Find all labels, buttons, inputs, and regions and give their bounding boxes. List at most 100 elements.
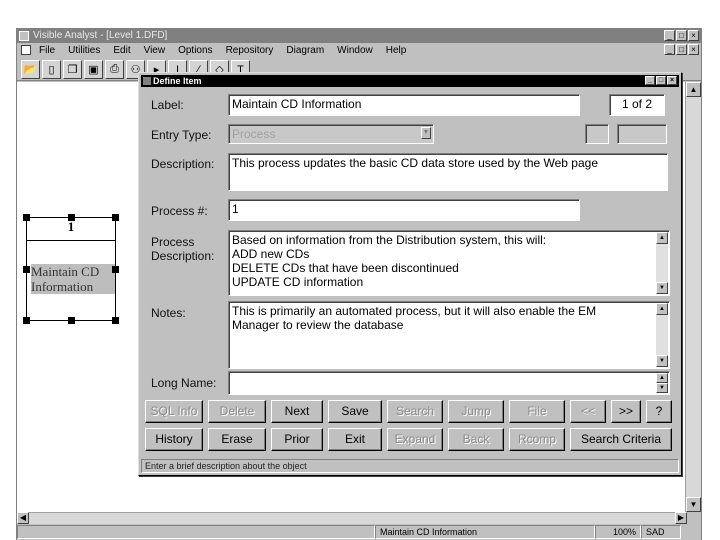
entry-type-value: Process — [232, 127, 276, 141]
horizontal-scrollbar[interactable]: ◀ ▶ — [17, 512, 687, 524]
selection-handle[interactable] — [68, 214, 75, 221]
minimize-button[interactable]: _ — [664, 30, 675, 41]
dialog-status-text: Enter a brief description about the obje… — [141, 459, 679, 473]
selection-handle[interactable] — [68, 317, 75, 324]
help-button[interactable]: ? — [646, 400, 672, 423]
prior-button[interactable]: Prior — [271, 428, 323, 451]
notes-line: Manager to review the database — [232, 318, 404, 332]
selection-handle[interactable] — [112, 214, 119, 221]
menu-repository[interactable]: Repository — [226, 45, 274, 56]
entry-extra-box-2 — [617, 124, 667, 144]
scroll-up-icon[interactable]: ▲ — [656, 232, 668, 244]
scroll-down-icon[interactable]: ▼ — [656, 282, 668, 294]
save-disk-icon[interactable]: ▣ — [84, 60, 103, 79]
process-shape[interactable]: 1 Maintain CD Information — [26, 217, 116, 321]
entry-extra-box-1 — [585, 124, 609, 144]
process-divider — [27, 240, 115, 241]
scroll-up-icon[interactable]: ▲ — [686, 82, 701, 97]
notes-line: This is primarily an automated process, … — [232, 304, 597, 318]
process-desc-caption-1: Process — [151, 235, 195, 249]
maximize-button[interactable]: □ — [676, 30, 687, 41]
process-num-field[interactable]: 1 — [228, 199, 580, 221]
exit-button[interactable]: Exit — [328, 428, 382, 451]
scroll-down-icon[interactable]: ▼ — [656, 383, 668, 393]
first-button[interactable]: << — [570, 400, 606, 423]
last-button[interactable]: >> — [611, 400, 641, 423]
selection-handle[interactable] — [112, 266, 119, 273]
new-page-icon[interactable]: ▯ — [42, 60, 61, 79]
mdi-restore-button[interactable]: □ — [676, 44, 687, 55]
page-indicator: 1 of 2 — [609, 94, 665, 116]
process-number: 1 — [67, 219, 75, 234]
history-button[interactable]: History — [145, 428, 203, 451]
menu-options[interactable]: Options — [178, 45, 212, 56]
selection-handle[interactable] — [112, 317, 119, 324]
app-title: Visible Analyst - [Level 1.DFD] — [33, 30, 168, 41]
menu-bar: File Utilities Edit View Options Reposit… — [17, 43, 701, 57]
notes-caption: Notes: — [151, 306, 186, 320]
expand-button[interactable]: Expand — [387, 428, 443, 451]
file-button[interactable]: File — [509, 400, 565, 423]
dialog-close-button[interactable]: × — [667, 76, 677, 85]
long-name-field[interactable]: ▲ ▼ — [228, 371, 670, 395]
print-icon[interactable]: ⎙ — [105, 60, 124, 79]
status-zoom: 100% — [595, 525, 641, 539]
menu-utilities[interactable]: Utilities — [68, 45, 100, 56]
process-desc-line: Based on information from the Distributi… — [232, 233, 547, 247]
process-desc-caption-2: Description: — [151, 249, 215, 263]
search-criteria-button[interactable]: Search Criteria — [570, 428, 672, 451]
vertical-scrollbar[interactable]: ▲ ▼ — [685, 82, 701, 512]
selection-handle[interactable] — [23, 317, 30, 324]
notes-field[interactable]: This is primarily an automated process, … — [228, 301, 670, 369]
copy-icon[interactable]: ❐ — [63, 60, 82, 79]
process-desc-line: ADD new CDs — [232, 247, 310, 261]
delete-button[interactable]: Delete — [208, 400, 266, 423]
long-name-scrollbar[interactable]: ▲ ▼ — [656, 373, 668, 393]
menu-window[interactable]: Window — [337, 45, 373, 56]
document-icon[interactable] — [21, 45, 31, 55]
label-caption: Label: — [151, 98, 184, 112]
next-button[interactable]: Next — [271, 400, 323, 423]
menu-help[interactable]: Help — [386, 45, 407, 56]
save-button[interactable]: Save — [328, 400, 382, 423]
menu-file[interactable]: File — [39, 45, 55, 56]
scroll-up-icon[interactable]: ▲ — [656, 373, 668, 383]
status-mode: SAD — [641, 525, 681, 539]
menu-view[interactable]: View — [144, 45, 166, 56]
entry-type-select[interactable]: Process ▼ — [228, 124, 434, 144]
scroll-right-icon[interactable]: ▶ — [675, 512, 687, 524]
scroll-up-icon[interactable]: ▲ — [656, 303, 668, 315]
status-blank — [17, 525, 375, 539]
app-icon — [19, 31, 29, 41]
dialog-minimize-button[interactable]: _ — [645, 76, 655, 85]
selection-handle[interactable] — [23, 214, 30, 221]
back-button[interactable]: Back — [448, 428, 504, 451]
erase-button[interactable]: Erase — [208, 428, 266, 451]
process-description-field[interactable]: Based on information from the Distributi… — [228, 230, 670, 296]
rcomp-button[interactable]: Rcomp — [509, 428, 565, 451]
scroll-down-icon[interactable]: ▼ — [656, 355, 668, 367]
close-button[interactable]: × — [688, 30, 699, 41]
search-button[interactable]: Search — [387, 400, 443, 423]
app-title-bar[interactable]: Visible Analyst - [Level 1.DFD] _ □ × — [17, 29, 701, 43]
sql-info-button[interactable]: SQL Info — [145, 400, 203, 423]
process-desc-scrollbar[interactable]: ▲ ▼ — [656, 232, 668, 294]
dialog-title-bar[interactable]: Define Item _ □ × — [141, 75, 679, 87]
define-item-dialog: Define Item _ □ × Label: Maintain CD Inf… — [138, 72, 682, 476]
jump-button[interactable]: Jump — [448, 400, 504, 423]
process-name: Maintain CD Information — [31, 264, 115, 294]
label-field[interactable]: Maintain CD Information — [228, 94, 580, 116]
menu-diagram[interactable]: Diagram — [286, 45, 324, 56]
dialog-maximize-button[interactable]: □ — [656, 76, 666, 85]
chevron-down-icon[interactable]: ▼ — [421, 127, 431, 139]
description-field[interactable]: This process updates the basic CD data s… — [228, 153, 668, 191]
notes-scrollbar[interactable]: ▲ ▼ — [656, 303, 668, 367]
process-desc-line: DELETE CDs that have been discontinued — [232, 261, 459, 275]
menu-edit[interactable]: Edit — [113, 45, 130, 56]
scroll-left-icon[interactable]: ◀ — [17, 512, 29, 524]
selection-handle[interactable] — [23, 266, 30, 273]
mdi-minimize-button[interactable]: _ — [664, 44, 675, 55]
scroll-down-icon[interactable]: ▼ — [686, 497, 701, 512]
mdi-close-button[interactable]: × — [688, 44, 699, 55]
open-folder-icon[interactable]: 📂 — [21, 60, 40, 79]
